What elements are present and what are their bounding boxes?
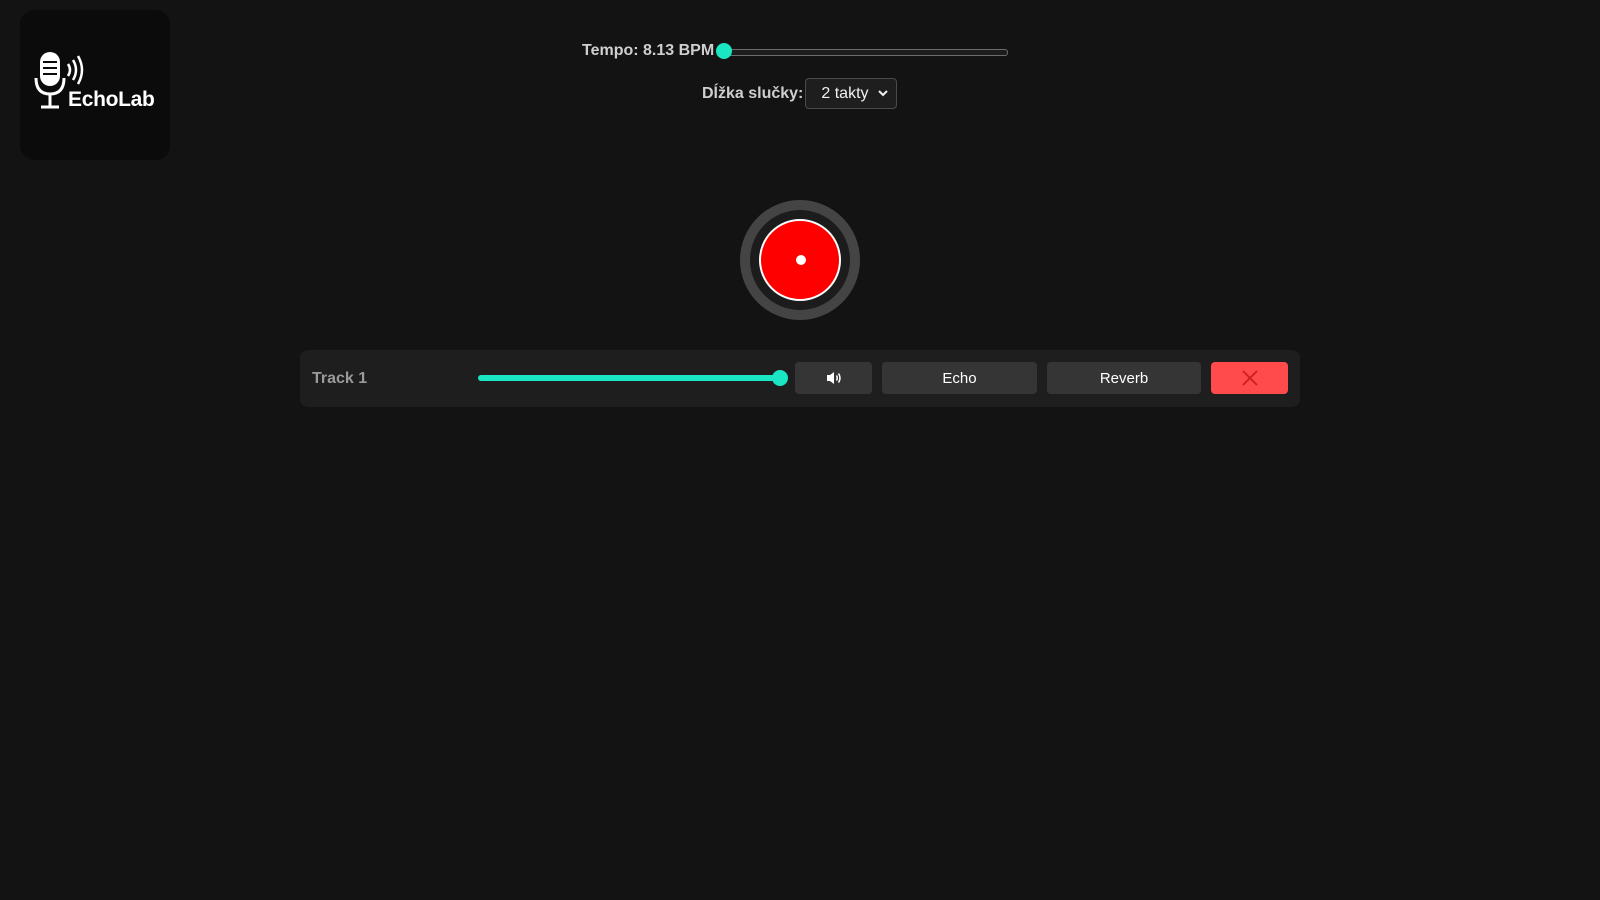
reverb-button[interactable]: Reverb	[1047, 362, 1201, 394]
track-volume-slider[interactable]	[478, 368, 788, 388]
speaker-icon	[826, 372, 841, 384]
track-volume-thumb[interactable]	[772, 370, 788, 386]
track-volume-track	[478, 375, 788, 381]
track-row: Track 1 Echo Reverb	[300, 350, 1300, 407]
tempo-label: Tempo: 8.13 BPM	[582, 42, 715, 59]
record-icon	[796, 255, 806, 265]
logo-text: EchoLab	[68, 88, 155, 111]
tempo-slider-thumb[interactable]	[716, 43, 733, 59]
loop-length-select[interactable]: 2 takty	[805, 78, 898, 109]
delete-track-button[interactable]	[1211, 362, 1288, 394]
track-name: Track 1	[312, 369, 368, 387]
logo: EchoLab	[20, 10, 170, 160]
app-root: EchoLab Tempo: 8.13 BPM Dĺžka slučky: 2 …	[0, 0, 1600, 900]
track-volume-fill	[478, 375, 780, 381]
chevron-down-icon	[878, 90, 889, 97]
tempo-slider[interactable]	[716, 38, 1009, 64]
tempo-control: Tempo: 8.13 BPM	[582, 38, 1009, 64]
close-icon	[1241, 370, 1258, 386]
mute-button[interactable]	[795, 362, 872, 394]
record-button-face	[759, 219, 841, 301]
tempo-slider-track	[724, 49, 1009, 56]
loop-length-label: Dĺžka slučky:	[702, 84, 804, 102]
loop-length-control: Dĺžka slučky: 2 takty	[702, 77, 898, 110]
echo-button[interactable]: Echo	[882, 362, 1037, 394]
record-button[interactable]	[740, 200, 860, 320]
record-button-ring	[750, 210, 850, 310]
loop-length-selected: 2 takty	[821, 84, 869, 102]
